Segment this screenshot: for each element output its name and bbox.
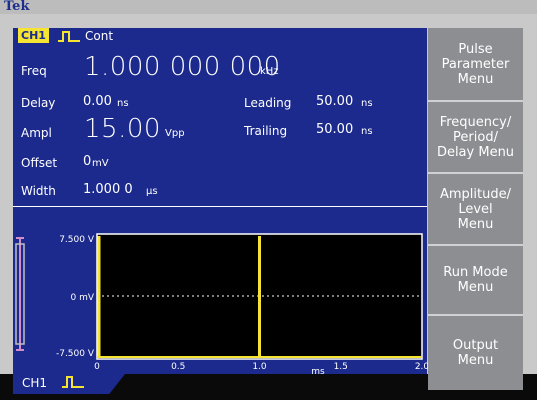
pulse-waveform-icon xyxy=(62,376,84,388)
freq-unit: kHz xyxy=(260,66,279,77)
width-unit: µs xyxy=(146,186,158,197)
amplitude-level-menu-button[interactable]: Amplitude/ Level Menu xyxy=(428,174,523,244)
ampl-unit: Vpp xyxy=(165,128,185,139)
ampl-label: Ampl xyxy=(21,126,52,140)
pulse-parameter-menu-button[interactable]: Pulse Parameter Menu xyxy=(428,28,523,100)
leading-unit: ns xyxy=(361,98,373,109)
title-bar: Tek xyxy=(0,0,537,14)
frequency-period-delay-menu-button[interactable]: Frequency/ Period/ Delay Menu xyxy=(428,102,523,172)
trailing-label: Trailing xyxy=(244,124,288,138)
brand-logo: Tek xyxy=(4,0,30,14)
offset-label: Offset xyxy=(21,156,58,170)
trailing-value[interactable]: 50.00 xyxy=(316,122,353,137)
ampl-value[interactable]: 15.00 xyxy=(84,116,161,142)
freq-value[interactable]: 1.000 000 000 xyxy=(84,54,281,80)
width-value[interactable]: 1.000 0 xyxy=(83,182,133,197)
trailing-unit: ns xyxy=(361,126,373,137)
offset-unit: mV xyxy=(92,158,109,169)
offset-value[interactable]: 0 xyxy=(83,154,91,169)
pulse-waveform-icon xyxy=(58,31,80,42)
leading-value[interactable]: 50.00 xyxy=(316,94,353,109)
instrument-screen: Tek CH1 Cont Freq 1.000 000 000 kHz Dela… xyxy=(0,0,537,400)
width-label: Width xyxy=(21,184,56,198)
delay-label: Delay xyxy=(21,96,56,110)
side-menu-label: Pulse Parameter Menu xyxy=(441,41,510,87)
delay-unit: ns xyxy=(117,98,129,109)
side-menu-label: Run Mode Menu xyxy=(443,265,508,295)
channel-badge[interactable]: CH1 xyxy=(18,28,49,43)
side-menu-label: Output Menu xyxy=(452,338,499,368)
run-mode-menu-button[interactable]: Run Mode Menu xyxy=(428,246,523,314)
channel-tab-label: CH1 xyxy=(22,376,48,390)
output-menu-button[interactable]: Output Menu xyxy=(428,316,523,390)
freq-label: Freq xyxy=(21,64,47,78)
side-menu-label: Frequency/ Period/ Delay Menu xyxy=(436,114,515,160)
delay-value[interactable]: 0.00 xyxy=(83,94,112,109)
side-menu-label: Amplitude/ Level Menu xyxy=(440,186,511,232)
waveform-area xyxy=(13,206,427,375)
run-mode-label: Cont xyxy=(85,29,114,43)
leading-label: Leading xyxy=(244,96,292,110)
